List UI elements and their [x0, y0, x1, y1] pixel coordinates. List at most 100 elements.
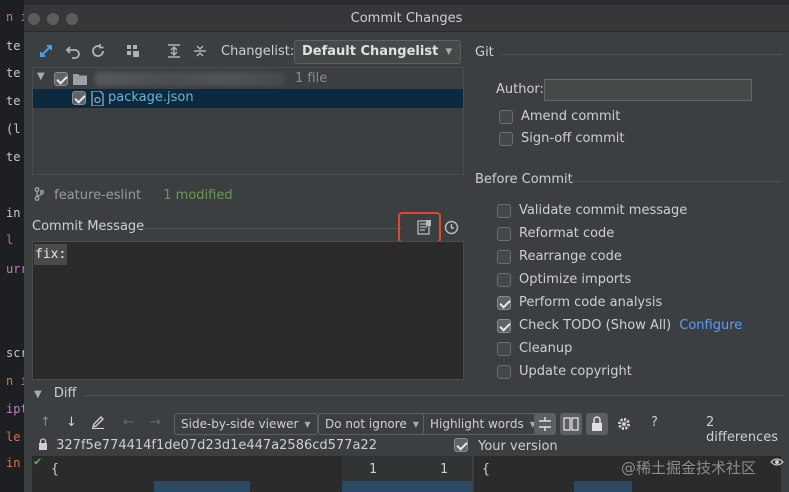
divider	[502, 54, 782, 55]
commit-message-text: fix:	[34, 244, 68, 265]
chevron-down-icon: ▾	[304, 417, 311, 431]
help-icon[interactable]: ?	[651, 415, 658, 430]
history-clock-icon[interactable]	[444, 220, 459, 239]
option-checkbox[interactable]	[497, 273, 511, 287]
edit-pencil-icon[interactable]	[91, 415, 105, 433]
ignore-dropdown[interactable]: Do not ignore ▾	[318, 413, 426, 435]
option-checkbox[interactable]	[497, 204, 511, 218]
viewer-mode-value: Side-by-side viewer	[181, 417, 299, 431]
your-version-label: Your version	[478, 439, 558, 454]
file-count: 1 file	[295, 71, 328, 86]
file-row[interactable]: package.json	[33, 89, 463, 108]
viewer-mode-dropdown[interactable]: Side-by-side viewer ▾	[174, 413, 318, 435]
commit-hash: 327f5e774414f1de07d23d1e447a2586cd577a22	[56, 438, 377, 453]
branch-icon	[34, 187, 48, 203]
title-bar: Commit Changes	[24, 5, 789, 32]
code-fragment: te	[6, 66, 21, 80]
chevron-down-icon: ▾	[445, 44, 452, 59]
line-number: 1	[369, 462, 377, 477]
option-checkbox[interactable]	[497, 365, 511, 379]
expand-arrow-icon[interactable]: ▼	[37, 71, 45, 82]
option-checkbox[interactable]	[497, 227, 511, 241]
collapse-arrow-icon[interactable]: ▼	[34, 389, 42, 400]
option-checkbox[interactable]	[497, 250, 511, 264]
option-label: Reformat code	[519, 226, 615, 241]
your-version-checkbox[interactable]	[454, 438, 468, 452]
code-fragment: l	[6, 233, 14, 247]
tree-root-row[interactable]: ▼ 1 file	[33, 70, 463, 89]
amend-commit-checkbox[interactable]	[499, 110, 513, 124]
sign-off-checkbox[interactable]	[499, 132, 513, 146]
divider	[568, 181, 782, 182]
diff-line-text: {	[482, 462, 490, 477]
commit-dialog: Commit Changes Changelist: Default Chang…	[24, 5, 789, 492]
chevron-down-icon: ▾	[412, 417, 419, 431]
code-fragment: te	[6, 39, 21, 53]
code-fragment: urr	[6, 262, 24, 276]
diff-highlight	[574, 481, 632, 492]
code-fragment: n i	[6, 10, 24, 24]
branch-name: feature-eslint	[54, 188, 142, 203]
refresh-icon[interactable]	[90, 43, 106, 63]
folder-icon	[73, 72, 87, 89]
window-title: Commit Changes	[350, 11, 463, 26]
json-file-icon	[91, 90, 104, 110]
branch-info: feature-eslint 1 modified	[34, 187, 233, 203]
settings-gear-icon[interactable]	[613, 413, 635, 435]
arrow-up-icon[interactable]: ↑	[40, 415, 51, 430]
diff-line-text: {	[51, 462, 59, 477]
divider	[136, 228, 402, 229]
file-name: package.json	[108, 90, 194, 105]
option-label: Check TODO (Show All)	[519, 318, 672, 333]
diff-section-header[interactable]: ▼ Diff	[34, 386, 76, 401]
option-label-wrap: Check TODO (Show All) Configure	[519, 318, 742, 333]
diff-left-pane[interactable]: ✔ {	[32, 454, 342, 492]
diff-highlight	[342, 481, 472, 492]
option-checkbox[interactable]	[497, 342, 511, 356]
root-checkbox[interactable]	[54, 72, 68, 86]
line-number: 1	[440, 462, 448, 477]
your-version-row[interactable]: Your version	[454, 438, 558, 454]
sync-scroll-icon[interactable]	[534, 413, 556, 435]
before-commit-header: Before Commit	[475, 172, 573, 187]
option-checkbox[interactable]	[497, 296, 511, 310]
arrow-left-icon[interactable]: ←	[123, 415, 134, 430]
author-input[interactable]	[544, 79, 752, 101]
arrow-down-icon[interactable]: ↓	[66, 415, 77, 430]
highlight-dropdown[interactable]: Highlight words ▾	[423, 413, 543, 435]
code-fragment: n i	[6, 374, 24, 388]
changelist-label: Changelist:	[221, 44, 295, 59]
file-checkbox[interactable]	[72, 91, 86, 105]
collapse-all-icon[interactable]	[192, 43, 208, 63]
code-fragment: scr	[6, 346, 24, 360]
changelist-dropdown[interactable]: Default Changelist ▾	[294, 40, 461, 64]
commit-hash-row: 327f5e774414f1de07d23d1e447a2586cd577a22	[38, 438, 377, 453]
git-section-header: Git	[475, 45, 494, 60]
background-editor-strip: n i te te te (l te in l urr scr n i ipt …	[0, 0, 24, 492]
eye-icon[interactable]	[770, 456, 784, 472]
side-by-side-icon[interactable]	[560, 413, 582, 435]
option-label: Perform code analysis	[519, 295, 663, 310]
diff-icon[interactable]	[38, 43, 54, 63]
redacted-path	[95, 72, 285, 86]
undo-icon[interactable]	[65, 43, 81, 63]
commit-message-label: Commit Message	[32, 219, 145, 234]
option-label: Validate commit message	[519, 203, 688, 218]
code-fragment: (l	[6, 122, 21, 136]
commit-message-input[interactable]: fix:	[32, 241, 464, 380]
modified-count: 1 modified	[163, 188, 233, 203]
expand-all-icon[interactable]	[166, 43, 182, 63]
configure-link[interactable]: Configure	[679, 318, 742, 333]
code-fragment: le	[6, 430, 21, 444]
option-checkbox[interactable]	[497, 319, 511, 333]
ignore-value: Do not ignore	[325, 417, 407, 431]
code-fragment: in	[6, 456, 21, 470]
checkmark-icon: ✔	[34, 454, 42, 468]
changed-files-tree[interactable]: ▼ 1 file package.json	[32, 67, 464, 175]
lock-icon[interactable]	[586, 413, 608, 435]
highlight-value: Highlight words	[430, 417, 524, 431]
arrow-right-icon[interactable]: →	[150, 415, 161, 430]
commit-template-icon[interactable]	[417, 220, 432, 239]
diff-highlight	[154, 481, 250, 492]
group-icon[interactable]	[125, 43, 141, 63]
